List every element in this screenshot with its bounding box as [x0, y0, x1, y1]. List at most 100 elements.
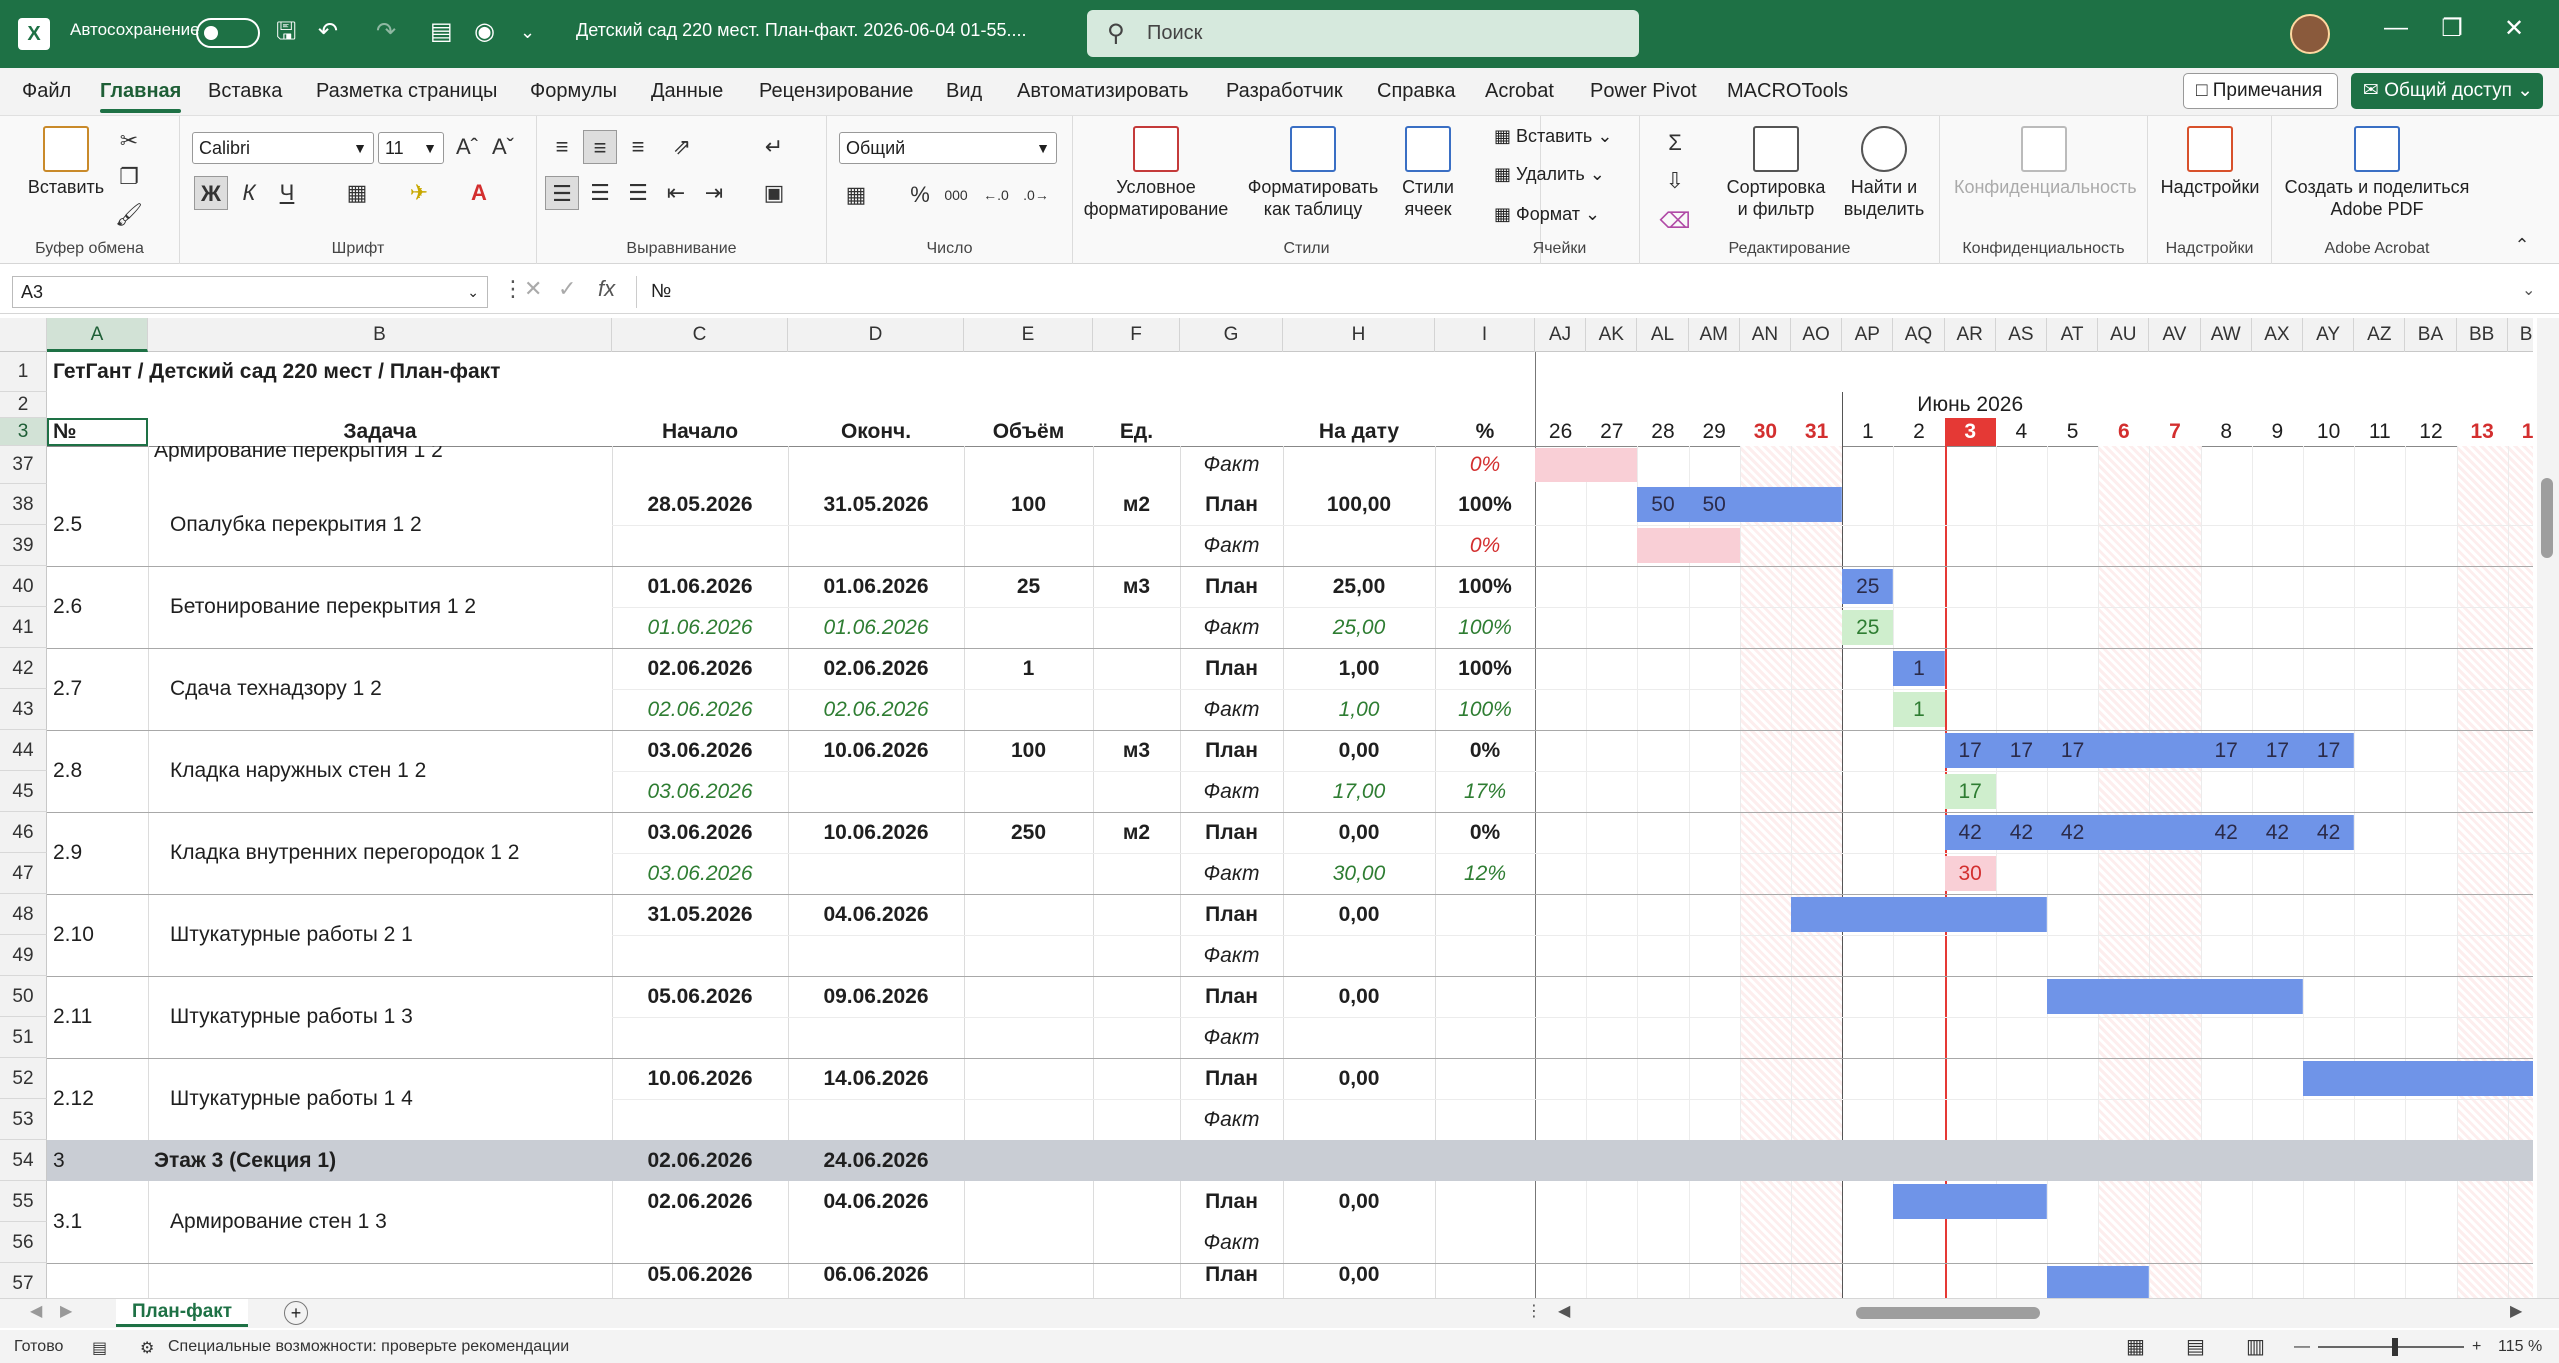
unit[interactable]: м3: [1099, 566, 1174, 607]
wrap-text-icon[interactable]: ↵: [757, 130, 791, 164]
align-right-icon[interactable]: ☰: [621, 176, 655, 210]
plan-value[interactable]: 0,00: [1289, 812, 1429, 853]
task-name[interactable]: Штукатурные работы 1 4: [170, 1058, 413, 1140]
fact-end[interactable]: [794, 1017, 958, 1058]
task-number[interactable]: 2.11: [53, 976, 92, 1058]
row-header-46[interactable]: 46: [0, 812, 47, 853]
insert-cells-button[interactable]: ▦ Вставить ⌄: [1494, 126, 1612, 147]
plan-end[interactable]: 01.06.2026: [794, 566, 958, 607]
tab-split-icon[interactable]: ⋮: [1526, 1301, 1542, 1321]
font-size-select[interactable]: 11 ▼: [378, 132, 444, 164]
plan-value[interactable]: 0,00: [1289, 976, 1429, 1017]
enter-icon[interactable]: ✓: [558, 276, 576, 302]
volume[interactable]: 100: [970, 484, 1087, 525]
addins-button[interactable]: Надстройки: [2154, 126, 2266, 198]
align-bottom-icon[interactable]: ≡: [621, 130, 655, 164]
volume[interactable]: 25: [970, 566, 1087, 607]
avatar[interactable]: [2290, 14, 2330, 54]
fact-value[interactable]: [1289, 1099, 1429, 1140]
volume[interactable]: 100: [970, 730, 1087, 771]
plan-end[interactable]: 14.06.2026: [794, 1058, 958, 1099]
zoom-out-icon[interactable]: —: [2294, 1338, 2310, 1356]
task-number[interactable]: 3.1: [53, 1181, 82, 1263]
unit[interactable]: м2: [1099, 812, 1174, 853]
column-header-al[interactable]: AL: [1637, 318, 1689, 352]
task-number[interactable]: 2.10: [53, 894, 94, 976]
formula-input[interactable]: №: [636, 276, 2526, 308]
prev-sheet-icon[interactable]: ◀: [30, 1301, 42, 1321]
clear-icon[interactable]: ⌫: [1658, 204, 1692, 238]
column-header-av[interactable]: AV: [2149, 318, 2201, 352]
delete-cells-button[interactable]: ▦ Удалить ⌄: [1494, 164, 1605, 185]
unit[interactable]: м3: [1099, 730, 1174, 771]
row-header-57[interactable]: 57: [0, 1263, 47, 1298]
zoom-in-icon[interactable]: +: [2472, 1338, 2481, 1356]
fact-percent[interactable]: [1441, 1017, 1529, 1058]
column-header-a[interactable]: A: [47, 318, 148, 352]
column-header-ax[interactable]: AX: [2252, 318, 2303, 352]
column-header-h[interactable]: H: [1283, 318, 1435, 352]
task-number[interactable]: 2.5: [53, 484, 82, 566]
row-header-42[interactable]: 42: [0, 648, 47, 689]
customize-qat-icon[interactable]: ⌄: [520, 16, 535, 48]
copy-icon[interactable]: ❐: [112, 160, 146, 194]
group-number[interactable]: 3: [53, 1140, 142, 1181]
task-name[interactable]: Штукатурные работы 2 1: [170, 894, 413, 976]
task-number[interactable]: 2.8: [53, 730, 82, 812]
row-header-37[interactable]: 37: [0, 446, 47, 484]
plan-label[interactable]: План: [1186, 566, 1277, 607]
accessibility-icon[interactable]: ⚙: [140, 1338, 154, 1358]
zoom-slider[interactable]: [2318, 1346, 2464, 1348]
accessibility-status[interactable]: Специальные возможности: проверьте реком…: [168, 1338, 569, 1356]
align-top-icon[interactable]: ≡: [545, 130, 579, 164]
undo-icon[interactable]: ↶: [318, 16, 338, 48]
fact-start[interactable]: [618, 1099, 782, 1140]
tab-home[interactable]: Главная: [100, 80, 182, 113]
share-button[interactable]: ✉ Общий доступ ⌄: [2351, 73, 2543, 109]
task-number[interactable]: 2.9: [53, 812, 82, 894]
fact-start[interactable]: [618, 935, 782, 976]
fact-value[interactable]: [1289, 1017, 1429, 1058]
row-header-52[interactable]: 52: [0, 1058, 47, 1099]
unit[interactable]: м2: [1099, 484, 1174, 525]
plan-value[interactable]: 100,00: [1289, 484, 1429, 525]
tab-power-pivot[interactable]: Power Pivot: [1590, 80, 1697, 103]
sheet-tab-plan-fact[interactable]: План-факт: [116, 1299, 249, 1327]
header-unit[interactable]: Ед.: [1099, 418, 1174, 446]
group-end[interactable]: 24.06.2026: [794, 1140, 958, 1181]
row-header-38[interactable]: 38: [0, 484, 47, 525]
column-header-aq[interactable]: AQ: [1893, 318, 1945, 352]
scroll-left-icon[interactable]: ◀: [1558, 1301, 1570, 1321]
plan-end[interactable]: 02.06.2026: [794, 648, 958, 689]
fact-label[interactable]: Факт: [1186, 446, 1277, 484]
header-start[interactable]: Начало: [618, 418, 782, 446]
notes-button[interactable]: □ Примечания: [2183, 73, 2338, 109]
zoom-level[interactable]: 115 %: [2498, 1338, 2542, 1356]
create-pdf-button[interactable]: Создать и поделиться Adobe PDF: [2278, 126, 2476, 220]
plan-value[interactable]: 0,00: [1289, 1058, 1429, 1099]
macro-record-icon[interactable]: ▤: [92, 1338, 107, 1358]
plan-start[interactable]: 02.06.2026: [618, 1181, 782, 1222]
cancel-icon[interactable]: ✕: [524, 276, 542, 302]
plan-label[interactable]: План: [1186, 1263, 1277, 1298]
tab-help[interactable]: Справка: [1377, 80, 1455, 103]
restore-icon[interactable]: ❐: [2432, 14, 2472, 43]
expand-formula-icon[interactable]: ⌄: [2522, 280, 2535, 300]
header-end[interactable]: Оконч.: [794, 418, 958, 446]
fact-percent[interactable]: [1441, 935, 1529, 976]
merge-center-icon[interactable]: ▣: [757, 176, 791, 210]
column-header-c[interactable]: C: [612, 318, 788, 352]
plan-start[interactable]: 03.06.2026: [618, 730, 782, 771]
horizontal-scroll-thumb[interactable]: [1856, 1307, 2040, 1319]
number-format-select[interactable]: Общий ▼: [839, 132, 1057, 164]
bold-button[interactable]: Ж: [194, 176, 228, 210]
unit[interactable]: [1099, 894, 1174, 935]
plan-label[interactable]: План: [1186, 812, 1277, 853]
plan-label[interactable]: План: [1186, 894, 1277, 935]
fact-end[interactable]: [794, 1099, 958, 1140]
plan-percent[interactable]: [1441, 894, 1529, 935]
plan-start[interactable]: 01.06.2026: [618, 566, 782, 607]
plan-end[interactable]: 06.06.2026: [794, 1263, 958, 1298]
volume[interactable]: 1: [970, 648, 1087, 689]
plan-value[interactable]: 0,00: [1289, 894, 1429, 935]
